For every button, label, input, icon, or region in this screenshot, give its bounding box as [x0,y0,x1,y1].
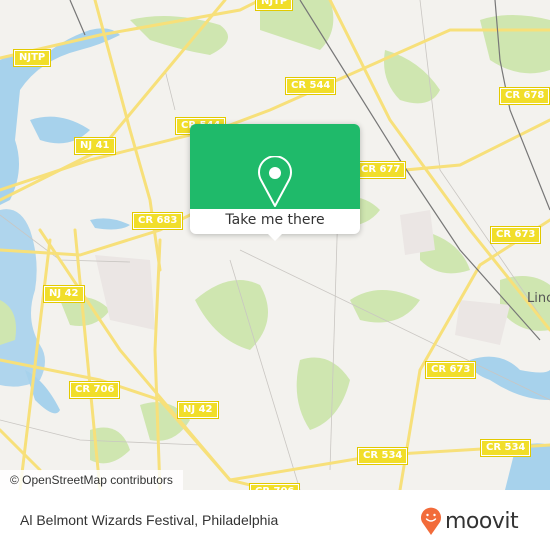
moovit-logo[interactable]: moovit [420,506,519,536]
road-shield-cr683: CR 683 [131,212,184,230]
location-popup: Take me there [190,124,360,241]
major-roads [0,0,550,490]
place-title: Al Belmont Wizards Festival, Philadelphi… [20,512,279,528]
road-shield-cr544: CR 544 [284,77,337,95]
minor-roads [0,0,550,490]
road-shield-nj41: NJ 41 [74,137,116,155]
road-shield-cr677: CR 677 [354,161,407,179]
road-shield-cr673: CR 673 [424,361,477,379]
moovit-pin-icon [421,507,441,535]
road-shield-cr678: CR 678 [498,87,550,105]
map-canvas [0,0,550,490]
take-me-there-button[interactable]: Take me there [190,209,360,234]
road-shield-cr706: CR 706 [68,381,121,399]
map[interactable]: NJTP NJTP CR 544 CR 544 CR 678 NJ 41 CR … [0,0,550,490]
road-shield-njtp-top: NJTP [254,0,294,11]
road-shield-nj42: NJ 42 [43,285,85,303]
road-shield-nj42: NJ 42 [177,401,219,419]
popup-header [190,124,360,209]
moovit-wordmark: moovit [445,508,519,534]
place-label: Linc [527,291,550,306]
popup-pointer [267,233,283,241]
road-shield-cr534: CR 534 [356,447,409,465]
map-pin-icon [258,156,292,207]
road-shield-njtp: NJTP [12,49,52,67]
map-attribution[interactable]: © OpenStreetMap contributors [0,470,183,490]
road-shield-cr673: CR 673 [489,226,542,244]
road-shield-cr534: CR 534 [479,439,532,457]
